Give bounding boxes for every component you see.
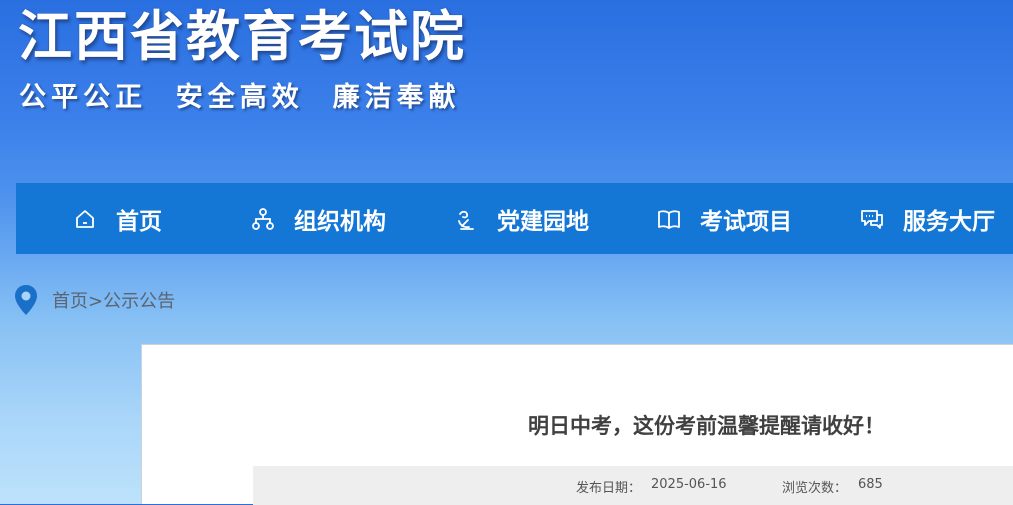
- article-meta-bar: 发布日期： 2025-06-16 浏览次数： 685: [253, 466, 1013, 505]
- main-nav: 首页 组织机构 党建园地 考试项目 服务大厅: [16, 183, 1013, 254]
- nav-item-exam-projects[interactable]: 考试项目: [656, 183, 792, 254]
- breadcrumb-text[interactable]: 首页>公示公告: [52, 287, 175, 313]
- publish-date-value: 2025-06-16: [651, 477, 727, 492]
- article-panel: 明日中考，这份考前温馨提醒请收好！ 发布日期： 2025-06-16 浏览次数：…: [141, 344, 1013, 505]
- chat-service-icon: [859, 206, 885, 232]
- home-icon: [72, 206, 98, 232]
- nav-item-organization[interactable]: 组织机构: [250, 183, 386, 254]
- view-count-label: 浏览次数：: [782, 481, 848, 496]
- nav-item-service-hall[interactable]: 服务大厅: [859, 183, 995, 254]
- publish-date-label: 发布日期：: [576, 481, 642, 496]
- location-pin-icon: [14, 284, 38, 316]
- book-icon: [656, 206, 682, 232]
- view-count-value: 685: [858, 477, 883, 492]
- party-building-icon: [453, 206, 479, 232]
- site-title: 江西省教育考试院: [18, 5, 466, 68]
- nav-item-label: 组织机构: [294, 208, 386, 235]
- article-title: 明日中考，这份考前温馨提醒请收好！: [528, 414, 885, 438]
- org-chart-icon: [250, 206, 276, 232]
- breadcrumb: 首页>公示公告: [14, 283, 175, 317]
- nav-item-label: 考试项目: [700, 208, 792, 235]
- nav-item-label: 服务大厅: [903, 208, 995, 235]
- nav-item-label: 党建园地: [497, 208, 589, 235]
- nav-item-home[interactable]: 首页: [72, 183, 162, 254]
- nav-item-party-building[interactable]: 党建园地: [453, 183, 589, 254]
- nav-item-label: 首页: [116, 208, 162, 235]
- site-slogan: 公平公正 安全高效 廉洁奉献: [19, 82, 461, 113]
